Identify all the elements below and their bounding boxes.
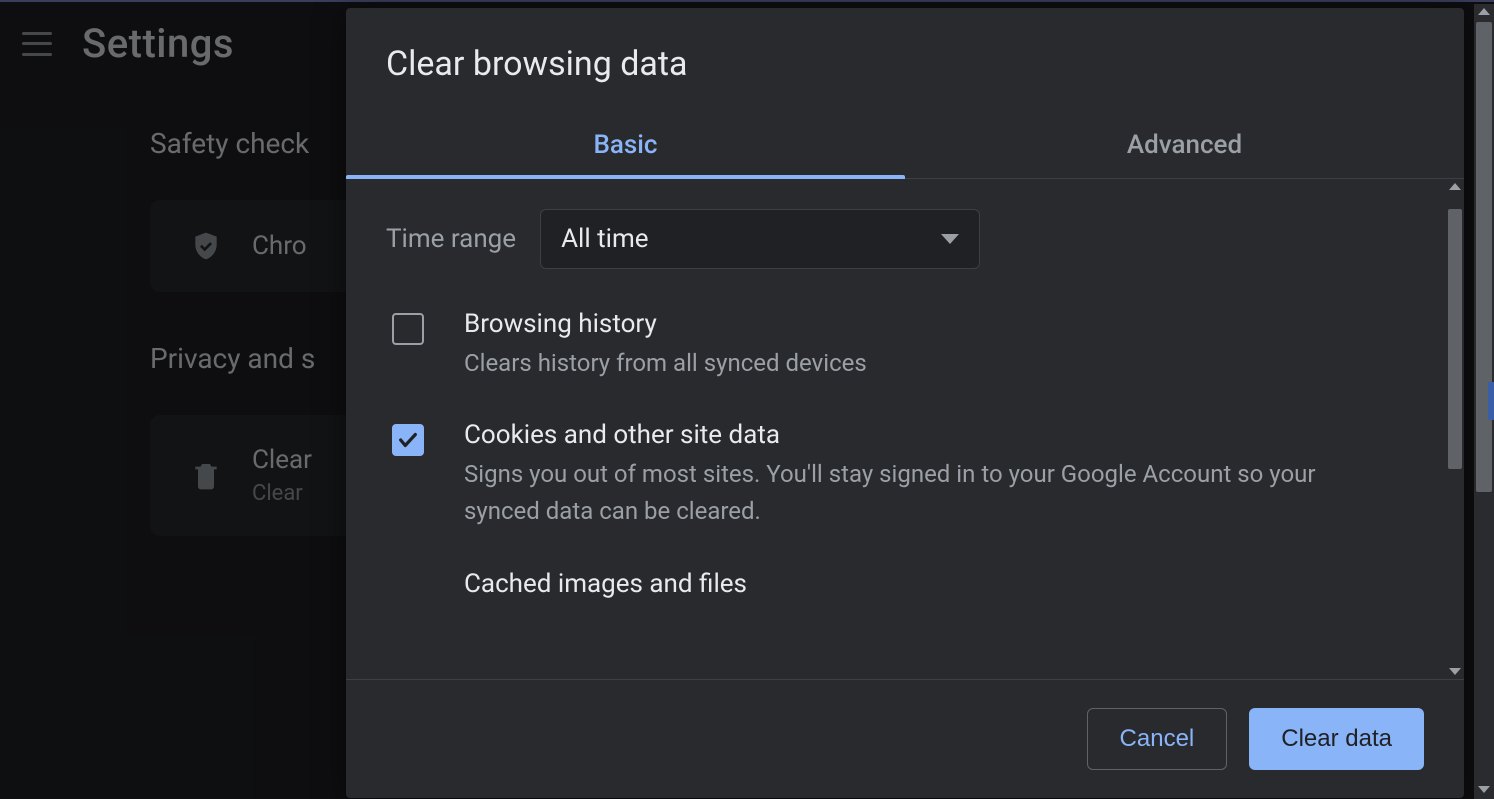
scroll-up-icon[interactable] bbox=[1449, 183, 1461, 190]
dialog-body-scrollbar[interactable] bbox=[1446, 179, 1464, 679]
option-cached[interactable]: Cached images and files bbox=[386, 569, 1424, 605]
option-browsing-history[interactable]: Browsing history Clears history from all… bbox=[386, 309, 1424, 382]
time-range-row: Time range All time bbox=[386, 209, 1424, 269]
dialog-tabs: Basic Advanced bbox=[346, 114, 1464, 179]
scroll-down-icon[interactable] bbox=[1449, 668, 1461, 675]
chevron-down-icon bbox=[941, 234, 959, 244]
clear-data-button[interactable]: Clear data bbox=[1249, 708, 1424, 770]
scroll-down-icon[interactable] bbox=[1478, 786, 1490, 793]
time-range-value: All time bbox=[561, 224, 648, 254]
dialog-footer: Cancel Clear data bbox=[346, 679, 1464, 798]
dialog-title: Clear browsing data bbox=[346, 8, 1464, 114]
checkbox-cookies[interactable] bbox=[392, 424, 424, 456]
option-cookies[interactable]: Cookies and other site data Signs you ou… bbox=[386, 420, 1424, 530]
scroll-up-icon[interactable] bbox=[1478, 8, 1490, 15]
window-edge-indicator bbox=[1488, 382, 1494, 420]
checkbox-browsing-history[interactable] bbox=[392, 313, 424, 345]
cancel-button[interactable]: Cancel bbox=[1087, 708, 1228, 770]
time-range-label: Time range bbox=[386, 224, 516, 254]
option-desc: Clears history from all synced devices bbox=[464, 345, 867, 382]
option-desc: Signs you out of most sites. You'll stay… bbox=[464, 456, 1324, 530]
tab-basic[interactable]: Basic bbox=[346, 114, 905, 178]
option-title: Browsing history bbox=[464, 309, 867, 339]
scroll-thumb[interactable] bbox=[1448, 209, 1462, 469]
time-range-select[interactable]: All time bbox=[540, 209, 980, 269]
option-title: Cookies and other site data bbox=[464, 420, 1324, 450]
clear-browsing-data-dialog: Clear browsing data Basic Advanced Time … bbox=[346, 8, 1464, 798]
scroll-thumb[interactable] bbox=[1476, 22, 1492, 492]
dialog-body: Time range All time Browsing history Cle… bbox=[346, 179, 1464, 679]
tab-advanced[interactable]: Advanced bbox=[905, 114, 1464, 178]
option-title: Cached images and files bbox=[464, 569, 747, 599]
